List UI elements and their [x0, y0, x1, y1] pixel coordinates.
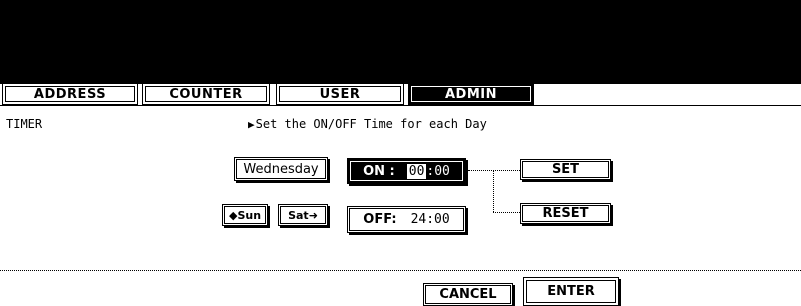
- tab-bar: ADDRESS COUNTER USER ADMIN: [0, 83, 801, 105]
- on-time-separator: :: [426, 163, 435, 179]
- cancel-button[interactable]: CANCEL: [423, 283, 513, 306]
- on-time-minutes: 00: [434, 163, 450, 179]
- screen-title: TIMER: [6, 117, 43, 131]
- on-time-button[interactable]: ON : 00 : 00: [347, 158, 466, 184]
- on-time-hours: 00: [406, 163, 427, 179]
- off-time-value: 24:00: [410, 212, 450, 227]
- left-arrow-icon: ◆: [228, 208, 238, 222]
- next-day-sat-button[interactable]: Sat ➜: [278, 204, 328, 226]
- tab-user[interactable]: USER: [276, 83, 404, 105]
- bottom-divider: [0, 270, 801, 271]
- tab-admin[interactable]: ADMIN: [408, 83, 534, 105]
- connector-line: [468, 170, 520, 171]
- next-day-label: Sat: [288, 208, 309, 222]
- right-arrow-icon: ➜: [308, 208, 318, 222]
- off-time-label: OFF:: [363, 212, 397, 227]
- top-display-band: [0, 0, 801, 84]
- connector-line: [493, 212, 520, 213]
- reset-button[interactable]: RESET: [520, 203, 611, 224]
- instruction-text: Set the ON/OFF Time for each Day: [255, 117, 487, 131]
- connector-line: [493, 170, 494, 212]
- tab-baseline: [0, 105, 801, 106]
- prev-day-label: Sun: [237, 208, 262, 222]
- off-time-button[interactable]: OFF: 24:00: [347, 206, 466, 233]
- tab-counter[interactable]: COUNTER: [142, 83, 270, 105]
- day-display-button[interactable]: Wednesday: [234, 157, 328, 181]
- right-triangle-icon: ▶: [248, 117, 255, 131]
- tab-address[interactable]: ADDRESS: [2, 83, 138, 105]
- enter-button[interactable]: ENTER: [523, 277, 619, 306]
- set-button[interactable]: SET: [520, 159, 611, 180]
- prev-day-sun-button[interactable]: ◆ Sun: [222, 204, 268, 226]
- instruction-message: ▶ Set the ON/OFF Time for each Day: [248, 117, 487, 131]
- on-time-label: ON :: [363, 163, 395, 179]
